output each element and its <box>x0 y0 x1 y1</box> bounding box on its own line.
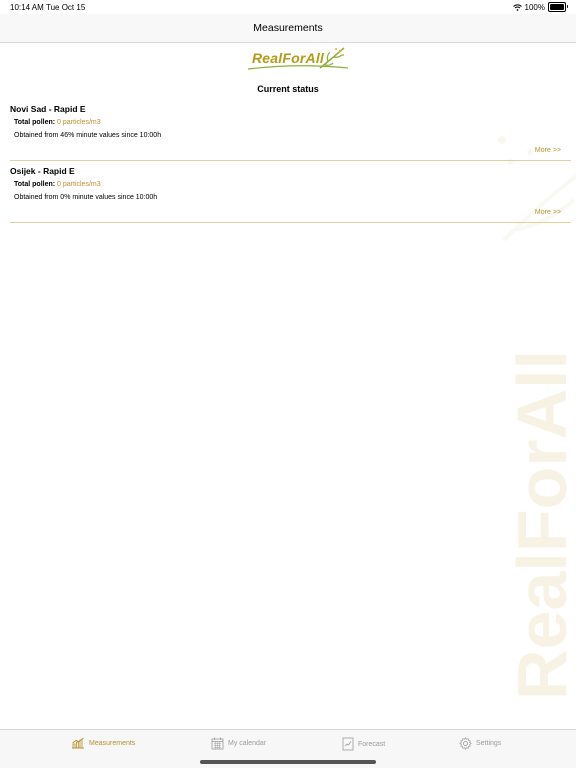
status-indicators: 100% <box>512 2 568 12</box>
divider <box>10 222 571 223</box>
navigation-bar: Measurements <box>0 14 576 43</box>
tab-label: Settings <box>476 740 502 747</box>
pollen-label: Total pollen: <box>14 181 56 188</box>
tab-my-calendar[interactable]: My calendar <box>211 737 266 750</box>
wifi-icon <box>512 3 522 11</box>
obtained-text: Obtained from 0% minute values since 10:… <box>14 194 158 201</box>
battery-fill <box>550 4 564 10</box>
tab-label: My calendar <box>228 740 267 747</box>
pollen-row: Total pollen: 0 particles/m3 <box>14 119 101 126</box>
tab-settings[interactable]: Settings <box>459 737 501 750</box>
svg-text:RealForAll: RealForAll <box>503 350 576 700</box>
obtained-text: Obtained from 46% minute values since 10… <box>14 132 162 139</box>
pollen-row: Total pollen: 0 particles/m3 <box>14 181 101 188</box>
station-card: Novi Sad - Rapid E Total pollen: 0 parti… <box>10 104 572 161</box>
tab-bar: Measurements My calendar Forecast Settin… <box>0 729 576 768</box>
tab-label: Forecast <box>358 740 386 748</box>
pollen-value: 0 particles/m3 <box>57 181 101 188</box>
battery-percent: 100% <box>524 2 545 12</box>
status-time: 10:14 AM <box>10 3 44 12</box>
calendar-icon <box>211 737 224 750</box>
section-title: Current status <box>257 84 319 94</box>
watermark-graphic: RealForAll <box>498 136 576 700</box>
tab-label: Measurements <box>89 739 136 747</box>
tab-forecast[interactable]: Forecast <box>342 737 385 751</box>
app-logo: RealForAll <box>247 47 348 70</box>
station-name: Osijek - Rapid E <box>10 166 75 176</box>
divider <box>10 160 571 161</box>
page-title: Measurements <box>253 22 323 34</box>
station-name: Novi Sad - Rapid E <box>10 104 86 114</box>
battery-icon <box>548 2 568 12</box>
screen: RealForAll 10:14 AM Tue Oct 15 100% Meas… <box>0 0 576 768</box>
logo-container: RealForAll <box>0 47 576 70</box>
home-indicator[interactable] <box>200 760 376 764</box>
status-date: Tue Oct 15 <box>46 3 86 12</box>
logo-swoosh <box>247 65 348 70</box>
bar-chart-icon <box>72 737 84 749</box>
pollen-value: 0 particles/m3 <box>57 119 101 126</box>
forecast-icon <box>342 737 354 751</box>
gear-icon <box>459 737 472 750</box>
station-card: Osijek - Rapid E Total pollen: 0 particl… <box>10 166 572 223</box>
more-link[interactable]: More >> <box>535 147 561 154</box>
more-link[interactable]: More >> <box>535 209 561 216</box>
status-bar: 10:14 AM Tue Oct 15 100% <box>0 0 576 14</box>
tab-measurements[interactable]: Measurements <box>71 737 135 749</box>
pollen-label: Total pollen: <box>14 119 56 126</box>
